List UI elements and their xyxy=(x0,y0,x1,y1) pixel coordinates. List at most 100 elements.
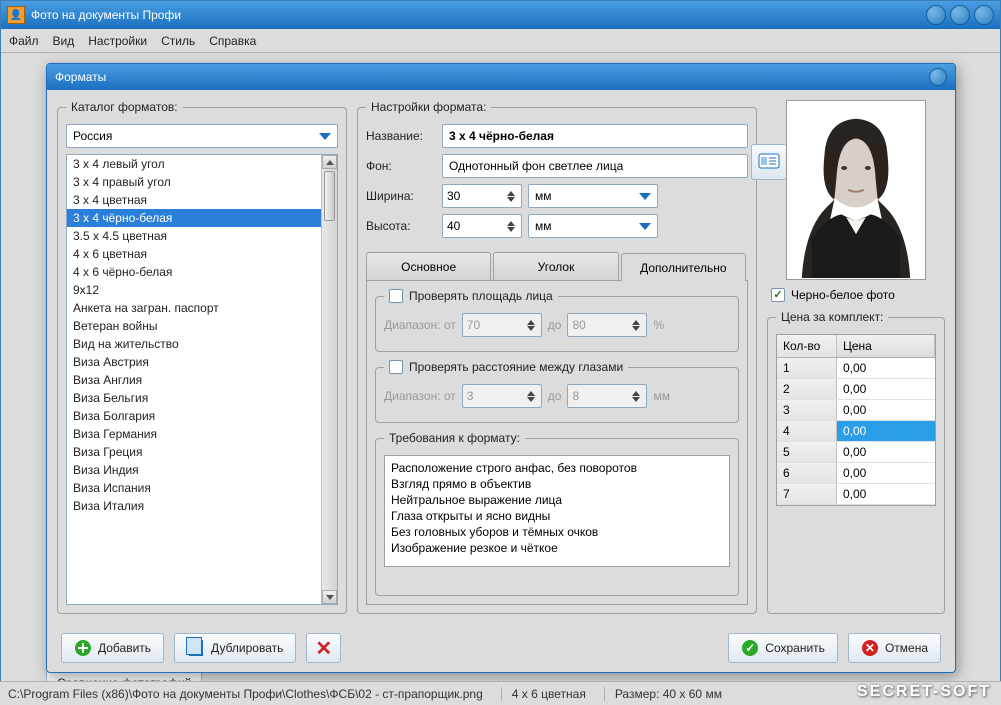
formats-listbox[interactable]: 3 x 4 левый угол3 x 4 правый угол3 x 4 ц… xyxy=(66,154,338,605)
price-table[interactable]: Кол-во Цена 10,0020,0030,0040,0050,0060,… xyxy=(776,334,936,506)
list-item[interactable]: Вид на жительство xyxy=(67,335,321,353)
catalog-legend: Каталог форматов: xyxy=(66,100,183,114)
country-combo[interactable]: Россия xyxy=(66,124,338,148)
app-icon: 👤 xyxy=(7,6,25,24)
chevron-down-icon xyxy=(639,223,651,230)
delete-icon: ✕ xyxy=(315,636,332,661)
requirement-item: Изображение резкое и чёткое xyxy=(391,540,723,556)
list-item[interactable]: 4 x 6 чёрно-белая xyxy=(67,263,321,281)
bg-input[interactable]: Однотонный фон светлее лица xyxy=(442,154,748,178)
col-price: Цена xyxy=(837,335,935,357)
tab-main[interactable]: Основное xyxy=(366,252,491,280)
name-input[interactable]: 3 х 4 чёрно-белая xyxy=(442,124,748,148)
table-row[interactable]: 30,00 xyxy=(777,400,935,421)
height-label: Высота: xyxy=(366,219,436,233)
scroll-up-button[interactable] xyxy=(322,155,337,169)
minimize-button[interactable] xyxy=(926,5,946,25)
list-item[interactable]: Виза Австрия xyxy=(67,353,321,371)
format-settings-group: Настройки формата: Название: 3 х 4 чёрно… xyxy=(357,100,757,614)
width-unit-combo[interactable]: мм xyxy=(528,184,658,208)
list-item[interactable]: Виза Болгария xyxy=(67,407,321,425)
list-item[interactable]: 4 x 6 цветная xyxy=(67,245,321,263)
scroll-down-button[interactable] xyxy=(322,590,337,604)
add-button[interactable]: Добавить xyxy=(61,633,164,663)
dialog-close-button[interactable] xyxy=(929,68,947,86)
requirements-list[interactable]: Расположение строго анфас, без поворотов… xyxy=(384,455,730,567)
width-label: Ширина: xyxy=(366,189,436,203)
tab-extra[interactable]: Дополнительно xyxy=(621,253,746,281)
list-item[interactable]: 3 x 4 цветная xyxy=(67,191,321,209)
table-row[interactable]: 20,00 xyxy=(777,379,935,400)
range-label: Диапазон: от xyxy=(384,318,456,332)
list-item[interactable]: 3 x 4 левый угол xyxy=(67,155,321,173)
list-item[interactable]: Виза Италия xyxy=(67,497,321,515)
list-item[interactable]: 9x12 xyxy=(67,281,321,299)
list-item[interactable]: 3 x 4 чёрно-белая xyxy=(67,209,321,227)
menu-view[interactable]: Вид xyxy=(53,34,75,48)
menu-settings[interactable]: Настройки xyxy=(88,34,147,48)
menu-file[interactable]: Файл xyxy=(9,34,39,48)
list-item[interactable]: Виза Греция xyxy=(67,443,321,461)
scrollbar[interactable] xyxy=(321,155,337,604)
check-face-area[interactable] xyxy=(389,289,403,303)
list-item[interactable]: Анкета на загран. паспорт xyxy=(67,299,321,317)
titlebar: 👤 Фото на документы Профи xyxy=(1,1,1000,29)
chevron-down-icon xyxy=(319,133,331,140)
apply-dimensions-button[interactable] xyxy=(751,144,787,180)
table-row[interactable]: 50,00 xyxy=(777,442,935,463)
name-label: Название: xyxy=(366,129,436,143)
menubar: Файл Вид Настройки Стиль Справка xyxy=(1,29,1000,53)
bw-checkbox[interactable] xyxy=(771,288,785,302)
delete-button[interactable]: ✕ xyxy=(306,633,341,663)
list-item[interactable]: Виза Индия xyxy=(67,461,321,479)
list-item[interactable]: Виза Испания xyxy=(67,479,321,497)
tab-content: Проверять площадь лица Диапазон: от 70 д… xyxy=(366,280,748,605)
requirement-item: Расположение строго анфас, без поворотов xyxy=(391,460,723,476)
list-item[interactable]: 3.5 x 4.5 цветная xyxy=(67,227,321,245)
width-spinner[interactable]: 30 xyxy=(442,184,522,208)
list-item[interactable]: Виза Германия xyxy=(67,425,321,443)
list-item[interactable]: Ветеран войны xyxy=(67,317,321,335)
check-eye-dist[interactable] xyxy=(389,360,403,374)
requirements-group: Требования к формату: Расположение строг… xyxy=(375,431,739,596)
menu-style[interactable]: Стиль xyxy=(161,34,195,48)
menu-help[interactable]: Справка xyxy=(209,34,256,48)
eye-dist-group: Проверять расстояние между глазами Диапа… xyxy=(375,360,739,423)
table-row[interactable]: 10,00 xyxy=(777,358,935,379)
face-area-label: Проверять площадь лица xyxy=(409,289,553,303)
cancel-icon: ✕ xyxy=(862,640,878,656)
duplicate-button[interactable]: Дублировать xyxy=(174,633,296,663)
status-size: Размер: 40 x 60 мм xyxy=(604,687,722,701)
plus-icon xyxy=(75,640,91,656)
photo-preview xyxy=(786,100,926,280)
watermark: SECRET-SOFT xyxy=(857,683,991,701)
requirement-item: Взгляд прямо в объектив xyxy=(391,476,723,492)
list-item[interactable]: Виза Англия xyxy=(67,371,321,389)
catalog-group: Каталог форматов: Россия 3 x 4 левый уго… xyxy=(57,100,347,614)
save-button[interactable]: ✓Сохранить xyxy=(728,633,838,663)
maximize-button[interactable] xyxy=(950,5,970,25)
main-window: 👤 Фото на документы Профи Файл Вид Настр… xyxy=(0,0,1001,705)
check-icon: ✓ xyxy=(742,640,758,656)
table-row[interactable]: 60,00 xyxy=(777,463,935,484)
settings-legend: Настройки формата: xyxy=(366,100,491,114)
list-item[interactable]: 3 x 4 правый угол xyxy=(67,173,321,191)
chevron-down-icon xyxy=(639,193,651,200)
height-spinner[interactable]: 40 xyxy=(442,214,522,238)
status-format: 4 x 6 цветная xyxy=(501,687,586,701)
list-item[interactable]: Виза Бельгия xyxy=(67,389,321,407)
scroll-thumb[interactable] xyxy=(324,171,335,221)
eye-from-spinner: 3 xyxy=(462,384,542,408)
height-unit-combo[interactable]: мм xyxy=(528,214,658,238)
table-row[interactable]: 40,00 xyxy=(777,421,935,442)
tab-corner[interactable]: Уголок xyxy=(493,252,618,280)
table-row[interactable]: 70,00 xyxy=(777,484,935,505)
price-group: Цена за комплект: Кол-во Цена 10,0020,00… xyxy=(767,310,945,614)
close-button[interactable] xyxy=(974,5,994,25)
formats-dialog: Форматы Каталог форматов: Россия 3 x 4 л… xyxy=(46,63,956,673)
cancel-button[interactable]: ✕Отмена xyxy=(848,633,941,663)
statusbar: C:\Program Files (x86)\Фото на документы… xyxy=(0,681,1001,705)
eye-dist-label: Проверять расстояние между глазами xyxy=(409,360,623,374)
price-legend: Цена за комплект: xyxy=(776,310,888,324)
requirement-item: Без головных уборов и тёмных очков xyxy=(391,524,723,540)
